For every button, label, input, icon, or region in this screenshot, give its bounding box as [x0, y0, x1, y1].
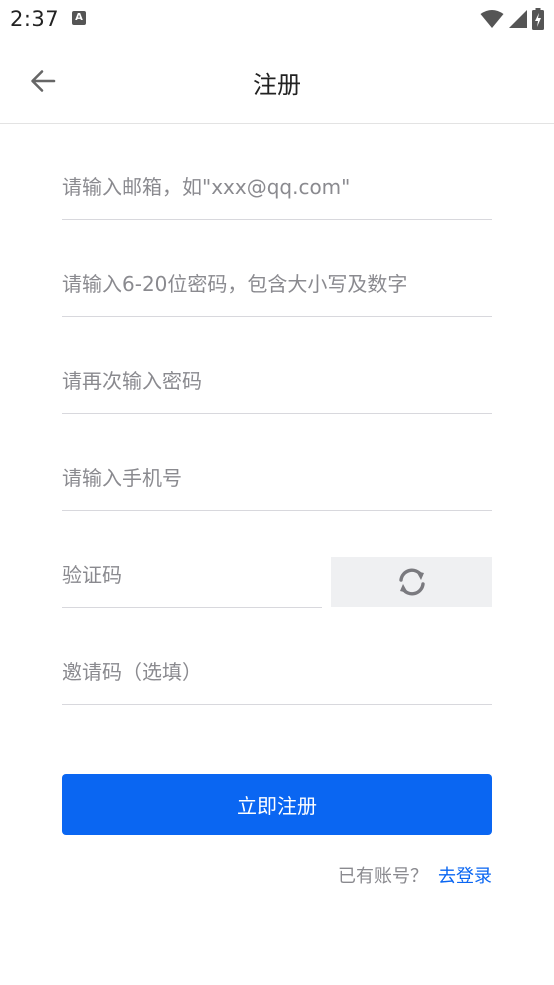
battery-charging-icon: [532, 8, 544, 30]
invite-code-input[interactable]: [62, 640, 492, 704]
captcha-refresh-button[interactable]: [331, 557, 492, 607]
status-icons: [480, 8, 544, 30]
invite-code-field-row: [62, 640, 492, 705]
confirm-password-field-row: [62, 349, 492, 414]
email-input[interactable]: [62, 155, 492, 219]
login-prompt: 已有账号？: [338, 866, 428, 887]
phone-field-row: [62, 446, 492, 511]
notification-icon: A: [72, 11, 86, 25]
page-title: 注册: [253, 71, 301, 99]
phone-input[interactable]: [62, 446, 492, 510]
go-login-link[interactable]: 去登录: [438, 862, 492, 888]
login-row: 已有账号？ 去登录: [338, 862, 492, 888]
email-field-row: [62, 155, 492, 220]
status-bar: 2:37 A: [0, 0, 554, 40]
password-field-row: [62, 252, 492, 317]
signal-icon: [509, 10, 527, 28]
confirm-password-input[interactable]: [62, 349, 492, 413]
wifi-icon: [480, 10, 504, 28]
status-time: 2:37: [10, 7, 60, 31]
app-bar: 注册: [0, 40, 554, 124]
register-button[interactable]: 立即注册: [62, 774, 492, 835]
captcha-field-row: [62, 543, 322, 608]
password-input[interactable]: [62, 252, 492, 316]
captcha-input[interactable]: [62, 543, 322, 607]
refresh-icon: [398, 568, 425, 596]
